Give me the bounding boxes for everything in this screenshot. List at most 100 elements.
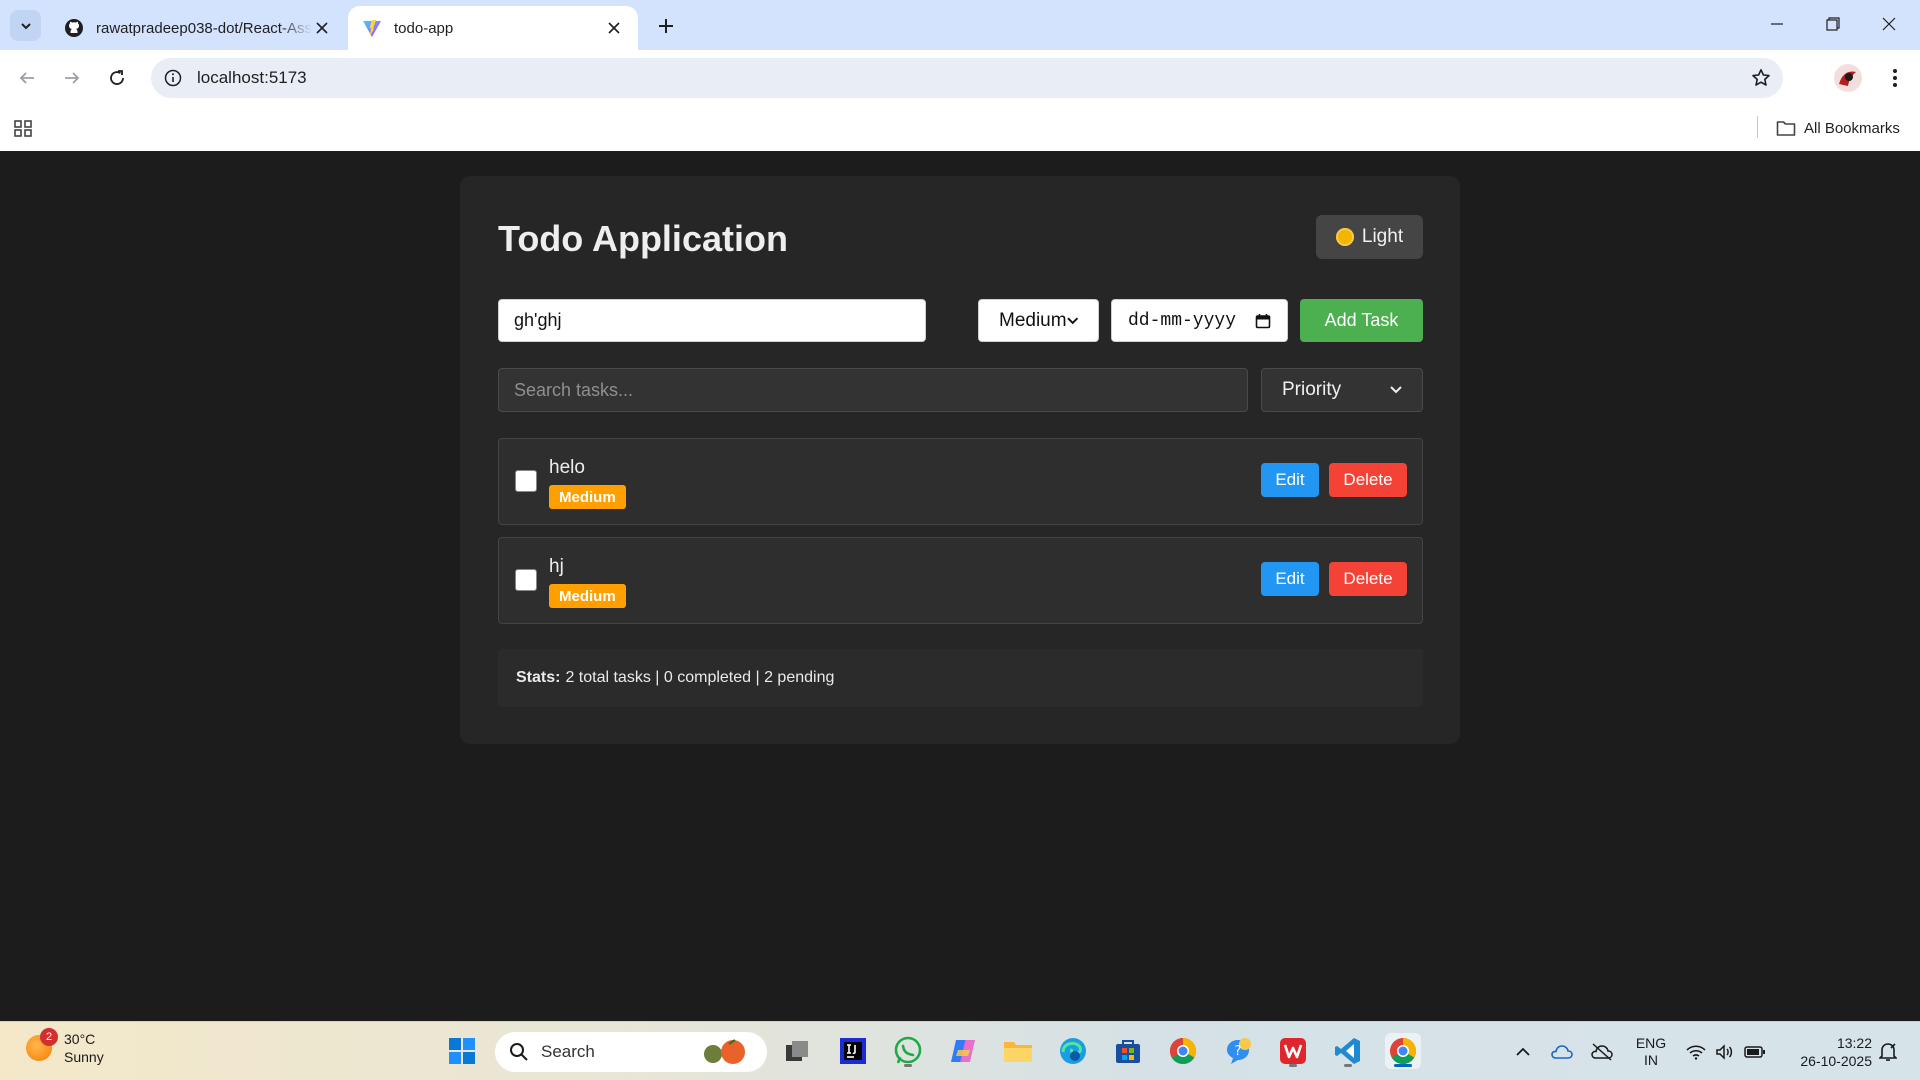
close-window-button[interactable]	[1862, 6, 1916, 42]
profile-avatar[interactable]	[1834, 64, 1862, 92]
wps-office-button[interactable]	[1275, 1033, 1311, 1069]
weather-widget[interactable]: 2 30°C Sunny	[26, 1028, 104, 1066]
page-viewport: Todo Application Light gh'ghj Medium dd-…	[0, 151, 1920, 1021]
chevron-down-icon	[20, 22, 31, 29]
show-hidden-icons-button[interactable]	[1510, 1022, 1536, 1080]
all-bookmarks-button[interactable]: All Bookmarks	[1776, 116, 1900, 140]
store-icon	[1116, 1040, 1140, 1063]
github-icon	[65, 19, 83, 37]
start-button[interactable]	[444, 1033, 480, 1069]
edit-task-button[interactable]: Edit	[1261, 463, 1319, 497]
new-task-priority-select[interactable]: Medium	[978, 299, 1099, 342]
minimize-button[interactable]	[1750, 6, 1804, 42]
close-tab-button[interactable]	[312, 18, 332, 38]
language-indicator[interactable]: ENG IN	[1628, 1022, 1674, 1080]
task-view-button[interactable]	[779, 1033, 815, 1069]
running-indicator	[1289, 1064, 1297, 1067]
site-info-icon[interactable]	[161, 66, 185, 90]
calendar-icon[interactable]	[1255, 313, 1271, 329]
folder-icon	[1004, 1042, 1032, 1062]
bell-icon	[1879, 1042, 1897, 1061]
tab-github[interactable]: rawatpradeep038-dot/React-Assignment	[50, 6, 346, 50]
forward-button[interactable]	[54, 60, 90, 96]
quick-settings-button[interactable]	[1686, 1022, 1766, 1080]
cloud-offline-icon	[1591, 1042, 1613, 1061]
priority-filter-select[interactable]: Priority	[1261, 368, 1423, 412]
delete-task-button[interactable]: Delete	[1329, 463, 1407, 497]
intellij-button[interactable]	[835, 1033, 871, 1069]
restore-button[interactable]	[1806, 6, 1860, 42]
task-complete-checkbox[interactable]	[515, 569, 537, 591]
copilot-chat-button[interactable]: ?	[1220, 1033, 1256, 1069]
onedrive-tray-button[interactable]	[1548, 1022, 1576, 1080]
battery-icon	[1744, 1045, 1765, 1058]
vite-icon	[363, 20, 381, 37]
notifications-button[interactable]	[1876, 1022, 1900, 1080]
tab-todo-app[interactable]: todo-app	[348, 6, 638, 50]
chevron-up-icon	[1516, 1047, 1530, 1056]
priority-select-value: Medium	[999, 309, 1067, 331]
address-bar[interactable]: localhost:5173	[151, 58, 1783, 98]
wps-icon	[1280, 1038, 1306, 1064]
profile-picture-icon	[1834, 64, 1862, 92]
all-bookmarks-label: All Bookmarks	[1804, 119, 1900, 137]
chrome-button[interactable]	[1165, 1033, 1201, 1069]
search-tasks-input[interactable]: Search tasks...	[498, 368, 1248, 412]
todo-card: Todo Application Light gh'ghj Medium dd-…	[460, 176, 1460, 744]
add-task-button[interactable]: Add Task	[1300, 299, 1423, 342]
search-highlight-icon	[704, 1039, 745, 1064]
stats-text: 2 total tasks | 0 completed | 2 pending	[565, 669, 835, 686]
weather-temperature: 30°C	[64, 1031, 96, 1047]
whatsapp-icon	[894, 1036, 922, 1064]
close-tab-button[interactable]	[604, 18, 624, 38]
page-title: Todo Application	[498, 218, 788, 259]
chrome-active-button[interactable]	[1385, 1033, 1421, 1069]
more-vertical-icon	[1893, 69, 1897, 87]
theme-toggle-button[interactable]: Light	[1316, 215, 1423, 259]
clock-date: 26-10-2025	[1800, 1052, 1872, 1069]
chevron-down-icon	[1066, 316, 1078, 324]
weather-description: Sunny	[64, 1049, 104, 1065]
taskbar-search-label: Search	[541, 1042, 595, 1061]
bookmark-star-icon[interactable]	[1747, 64, 1775, 92]
tab-search-button[interactable]	[10, 10, 41, 41]
delete-task-button[interactable]: Delete	[1329, 562, 1407, 596]
running-indicator	[1344, 1064, 1352, 1067]
file-explorer-button[interactable]	[1000, 1033, 1036, 1069]
chrome-icon	[1390, 1037, 1417, 1065]
apps-grid-icon[interactable]	[12, 116, 36, 140]
weather-alert-badge: 2	[40, 1028, 58, 1046]
browser-menu-button[interactable]	[1880, 62, 1910, 94]
new-task-value: gh'ghj	[514, 310, 562, 330]
url-text[interactable]: localhost:5173	[197, 68, 307, 88]
taskbar-search-box[interactable]: Search	[495, 1032, 767, 1072]
copilot-button[interactable]	[945, 1033, 981, 1069]
clock-time: 13:22	[1836, 1034, 1872, 1051]
copilot-icon	[951, 1040, 975, 1062]
task-complete-checkbox[interactable]	[515, 470, 537, 492]
new-tab-button[interactable]	[652, 12, 680, 40]
vscode-button[interactable]	[1330, 1033, 1366, 1069]
cloud-offline-tray-button[interactable]	[1588, 1022, 1616, 1080]
due-date-placeholder: dd-mm-yyyy	[1128, 310, 1237, 331]
search-placeholder: Search tasks...	[514, 379, 634, 400]
clock[interactable]: 13:22 26-10-2025	[1780, 1022, 1872, 1080]
whatsapp-button[interactable]	[890, 1033, 926, 1069]
priority-badge: Medium	[549, 485, 626, 509]
active-indicator	[1394, 1064, 1412, 1067]
new-task-input[interactable]: gh'ghj	[498, 299, 926, 342]
edit-task-button[interactable]: Edit	[1261, 562, 1319, 596]
sun-icon	[1335, 228, 1354, 246]
cloud-icon	[1551, 1044, 1573, 1059]
vscode-icon	[1335, 1038, 1360, 1064]
edge-button[interactable]	[1055, 1033, 1091, 1069]
due-date-input[interactable]: dd-mm-yyyy	[1111, 299, 1288, 342]
back-button[interactable]	[9, 60, 45, 96]
browser-tab-bar: rawatpradeep038-dot/React-Assignment tod…	[0, 0, 1920, 50]
bookmarks-divider	[1757, 116, 1758, 138]
microsoft-store-button[interactable]	[1110, 1033, 1146, 1069]
tab-title: rawatpradeep038-dot/React-Assignment	[96, 19, 312, 37]
reload-button[interactable]	[99, 60, 135, 96]
search-icon	[510, 1043, 528, 1061]
edge-icon	[1060, 1038, 1086, 1064]
